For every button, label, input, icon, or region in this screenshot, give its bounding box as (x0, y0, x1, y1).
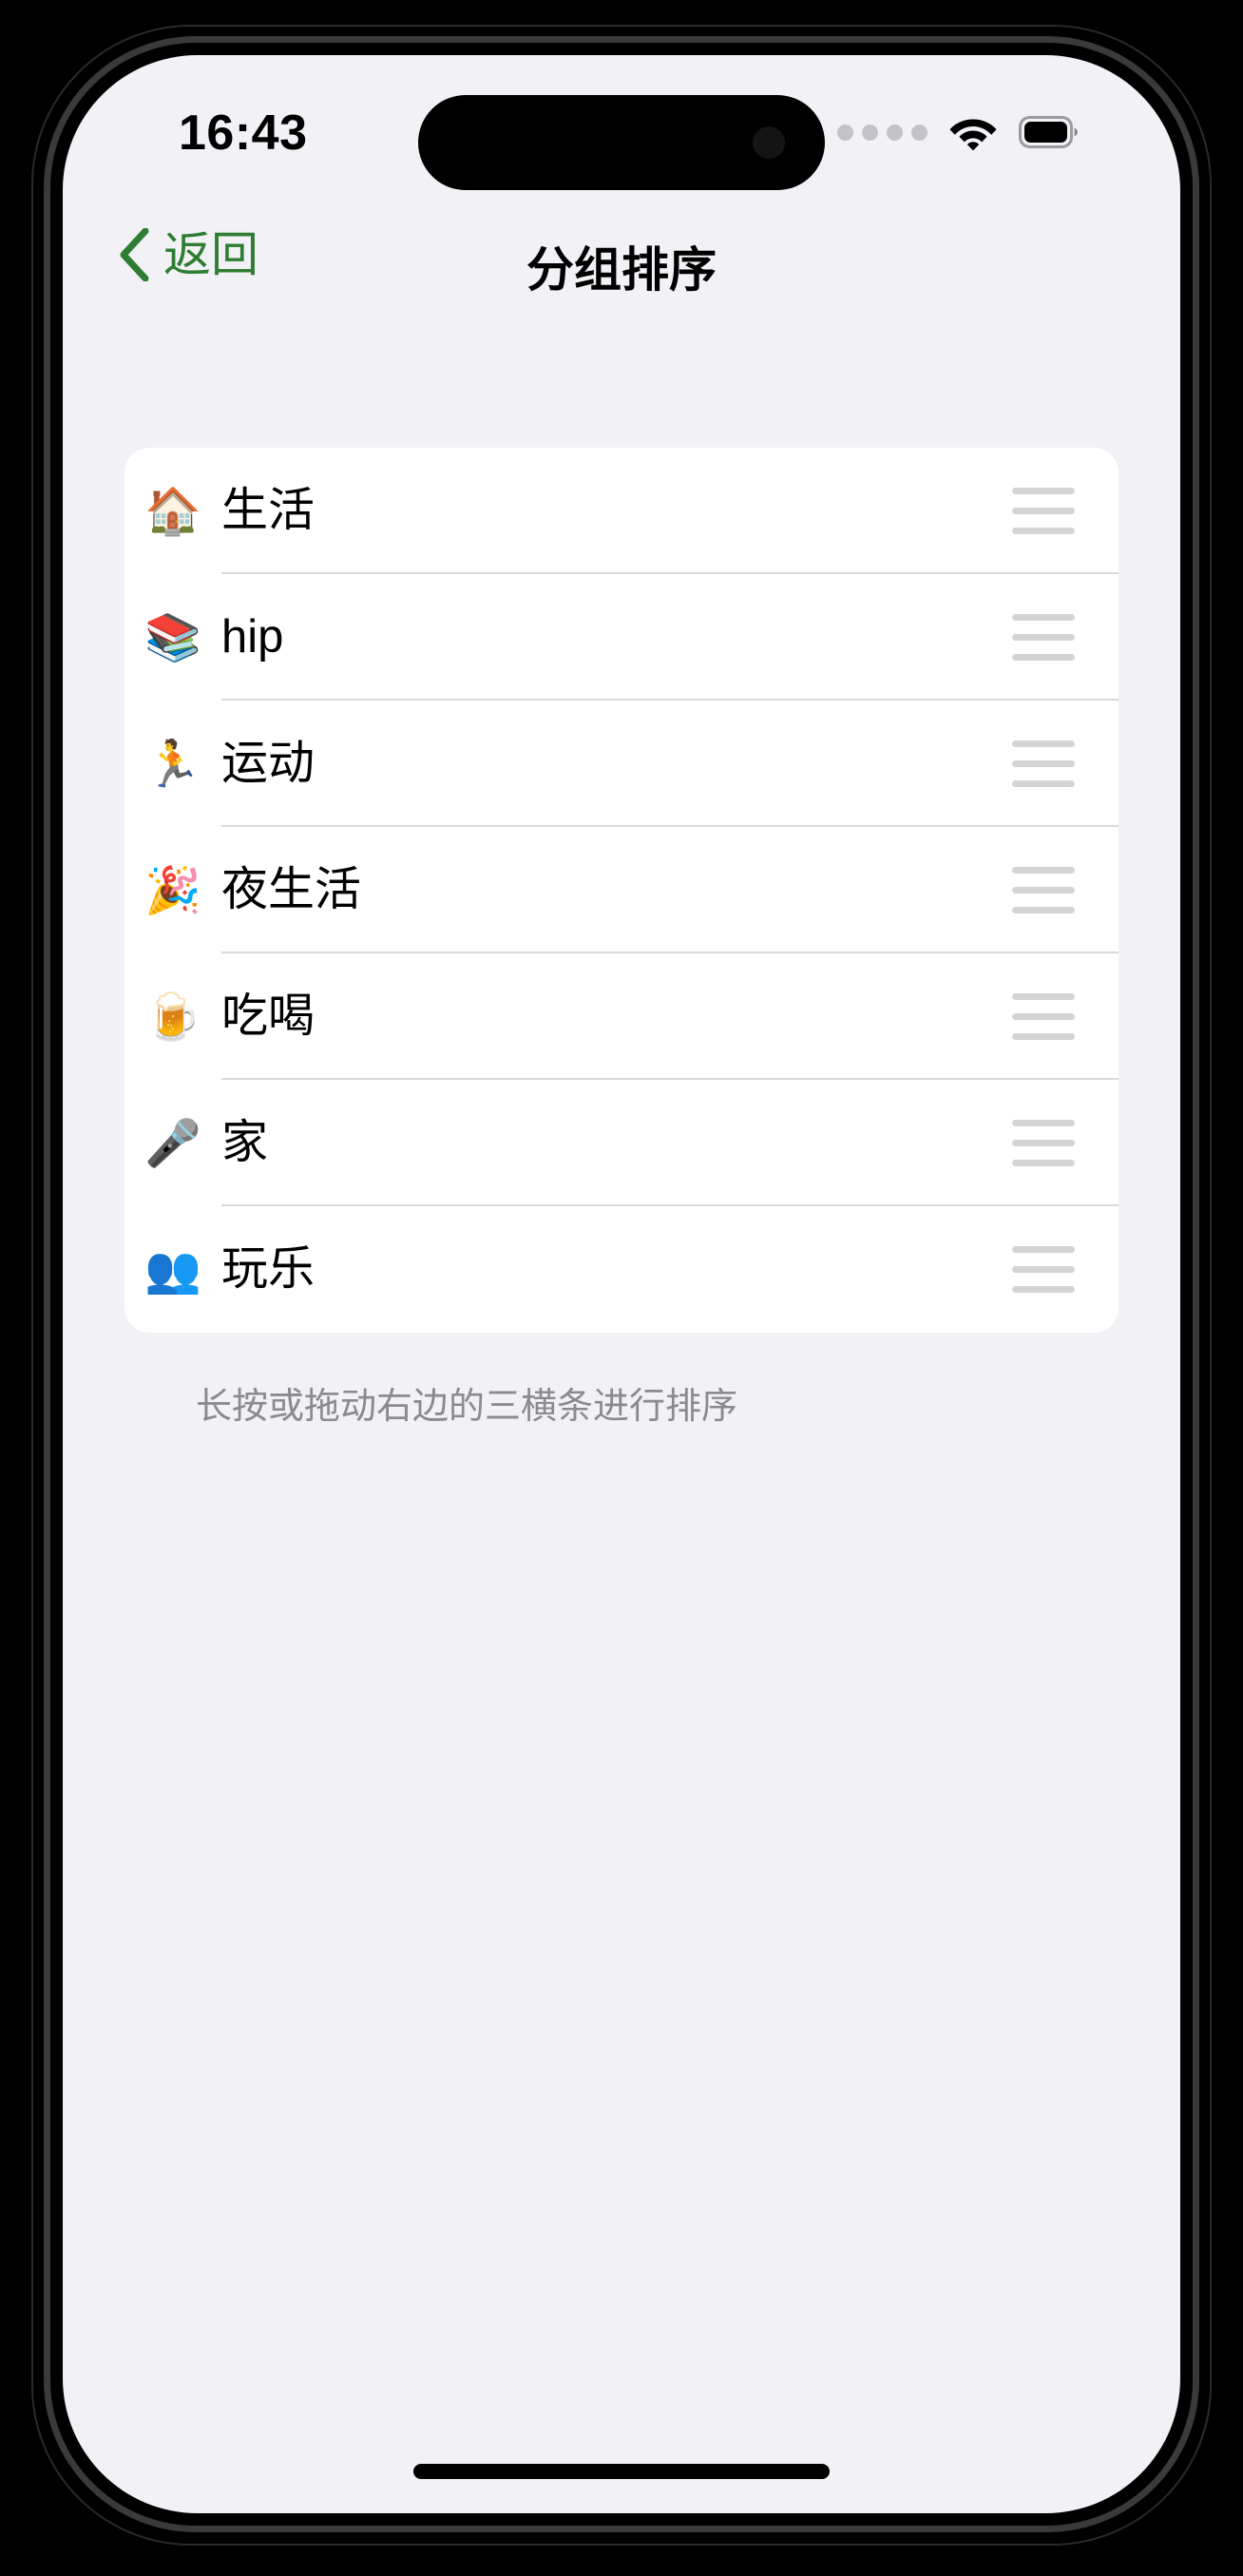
group-name-label: 玩乐 (221, 1243, 316, 1295)
party-popper-icon: 🎉 (144, 863, 201, 917)
drag-handle-icon[interactable] (1012, 1120, 1075, 1166)
drag-handle-icon[interactable] (1012, 867, 1075, 913)
group-name-label: 运动 (221, 738, 316, 789)
status-bar: 16:43 (63, 55, 1180, 207)
house-icon: 🏠 (144, 484, 201, 538)
group-list-card: 🏠 生活 📚 hip 🏃 运动 🎉 夜生活 🍺 吃喝 🎤 家 👥 玩乐 (124, 448, 1119, 1333)
row-content: 生活 (221, 448, 1119, 574)
people-group-icon: 👥 (144, 1242, 201, 1297)
phone-screen: 16:43 返回 分组排序 🏠 生活 📚 hip 🏃 运动 🎉 夜生活 🍺 吃喝… (63, 55, 1180, 2513)
group-name-label: 家 (221, 1117, 269, 1168)
drag-handle-icon[interactable] (1012, 1246, 1075, 1293)
table-row[interactable]: 🍺 吃喝 (124, 953, 1119, 1080)
home-indicator[interactable] (413, 2464, 830, 2479)
beer-mug-icon: 🍺 (144, 990, 201, 1044)
dynamic-island (418, 95, 825, 190)
table-row[interactable]: 👥 玩乐 (124, 1206, 1119, 1333)
table-row[interactable]: 🏠 生活 (124, 448, 1119, 574)
phone-frame: 16:43 返回 分组排序 🏠 生活 📚 hip 🏃 运动 🎉 夜生活 🍺 吃喝… (17, 13, 1226, 2563)
group-name-label: 生活 (221, 485, 316, 536)
page-title: 分组排序 (526, 243, 717, 297)
group-name-label: 夜生活 (221, 864, 362, 915)
runner-icon: 🏃 (144, 737, 201, 791)
row-content: 运动 (221, 701, 1119, 827)
table-row[interactable]: 📚 hip (124, 574, 1119, 701)
drag-handle-icon[interactable] (1012, 488, 1075, 534)
wifi-icon (948, 114, 998, 150)
microphone-icon: 🎤 (144, 1116, 201, 1170)
status-bar-time: 16:43 (179, 106, 308, 161)
drag-handle-icon[interactable] (1012, 993, 1075, 1040)
drag-handle-icon[interactable] (1012, 740, 1075, 787)
group-name-label: 吃喝 (221, 990, 316, 1042)
front-camera-icon (753, 126, 785, 159)
status-bar-indicators (837, 114, 1078, 150)
row-content: hip (221, 574, 1119, 701)
table-row[interactable]: 🎤 家 (124, 1080, 1119, 1206)
cellular-dots-icon (837, 124, 927, 141)
reorder-hint-text: 长按或拖动右边的三横条进行排序 (196, 1387, 738, 1427)
table-row[interactable]: 🎉 夜生活 (124, 827, 1119, 953)
table-row[interactable]: 🏃 运动 (124, 701, 1119, 827)
navigation-bar: 返回 分组排序 (63, 207, 1180, 319)
row-content: 玩乐 (221, 1206, 1119, 1333)
row-content: 夜生活 (221, 827, 1119, 953)
battery-full-icon (1019, 116, 1078, 148)
group-name-label: hip (221, 611, 284, 663)
books-icon: 📚 (144, 610, 201, 664)
drag-handle-icon[interactable] (1012, 614, 1075, 661)
row-content: 家 (221, 1080, 1119, 1206)
row-content: 吃喝 (221, 953, 1119, 1080)
